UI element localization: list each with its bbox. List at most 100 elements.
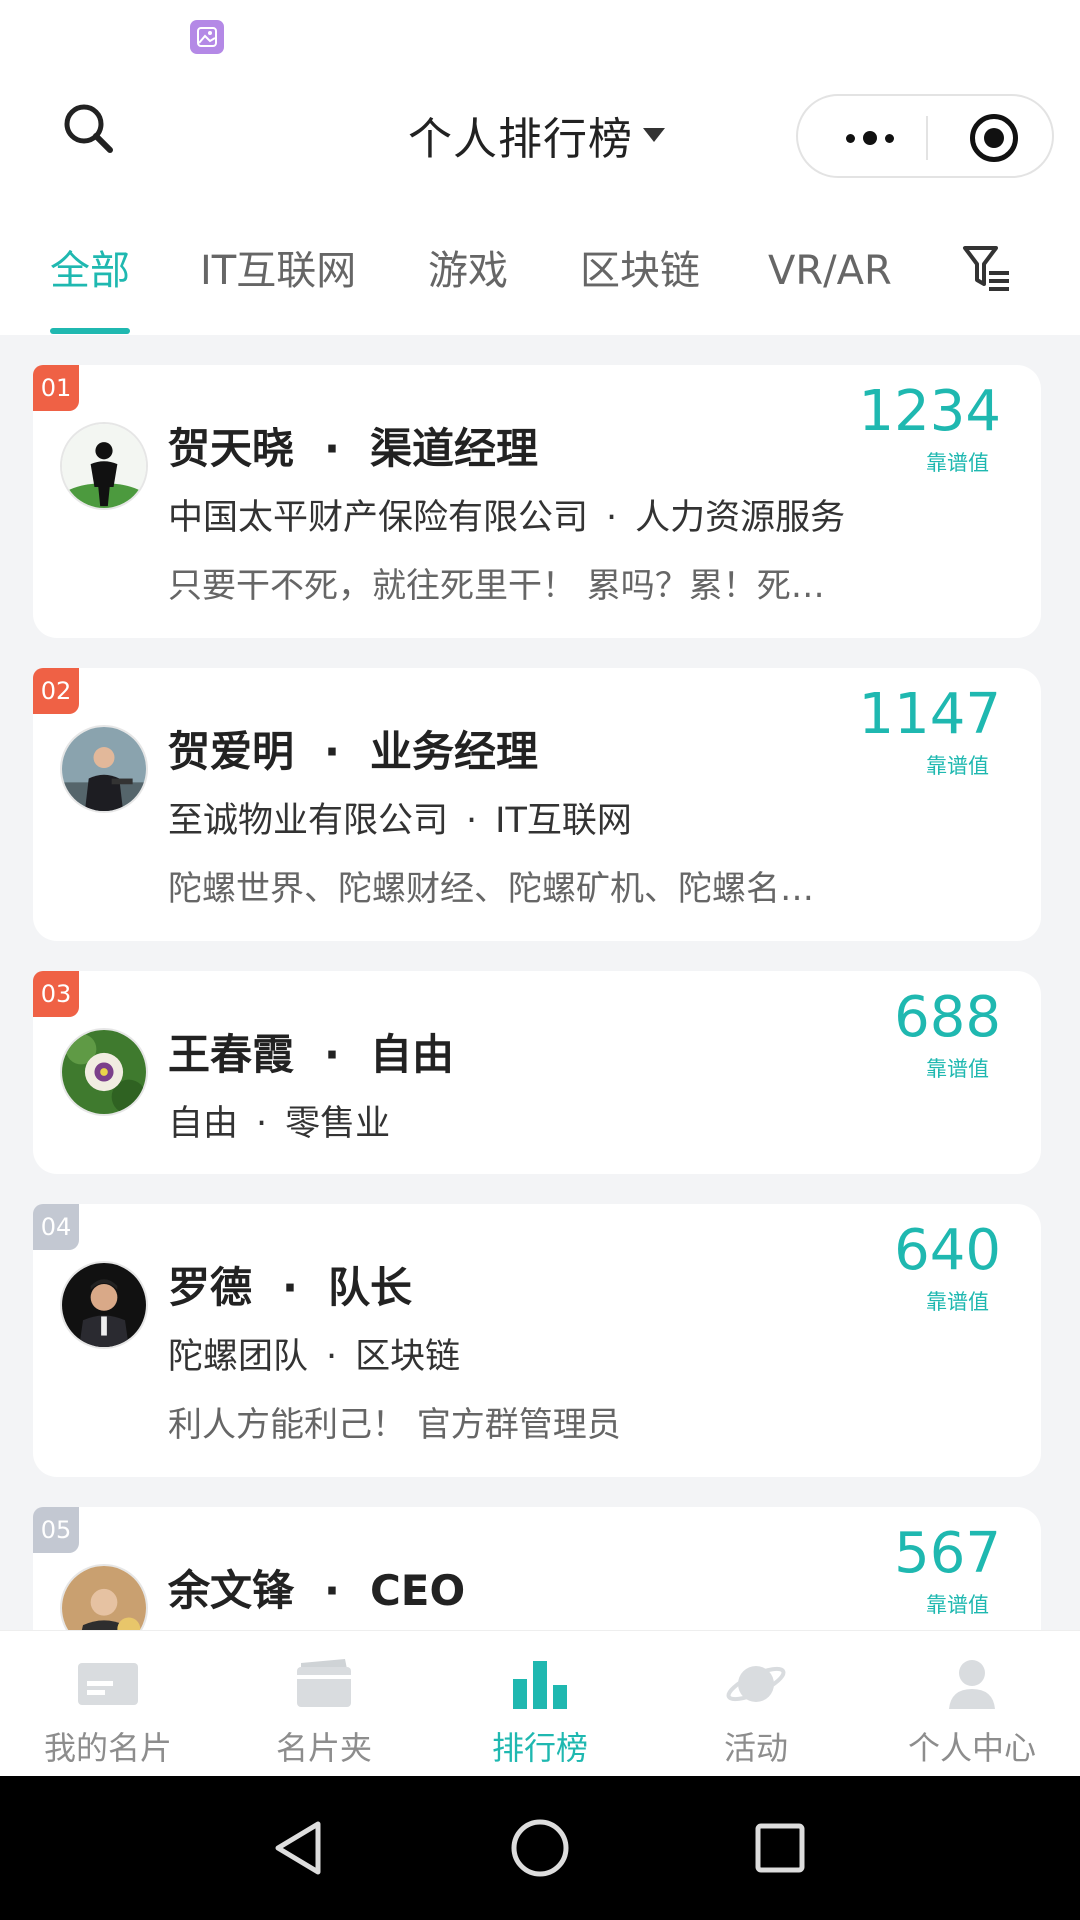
ranking-list: 01 贺天晓 · 渠道经理 中国太平财产保险有限公司 · 人力资源服务 只要干不死，就往… — [0, 335, 1080, 1630]
person-name: 贺爱明 — [168, 727, 295, 776]
rank-badge: 03 — [33, 971, 79, 1017]
industry: 区块链 — [355, 1337, 461, 1377]
mini-program-capsule — [796, 94, 1054, 178]
reliability-score: 1234 — [858, 379, 1001, 444]
tab-all[interactable]: 全部 — [50, 238, 130, 296]
motto: 利人方能利己！ 官方群管理员 — [168, 1405, 621, 1445]
bottom-tab-activity[interactable]: 活动 — [648, 1631, 864, 1777]
company-industry: 至诚物业有限公司 · IT互联网 — [168, 792, 632, 843]
separator: · — [324, 424, 340, 473]
avatar[interactable] — [60, 1261, 148, 1349]
bottom-tab-label: 排行榜 — [491, 1729, 588, 1767]
tab-blockchain[interactable]: 区块链 — [580, 238, 700, 296]
filter-icon[interactable] — [962, 244, 1012, 294]
separator: · — [326, 1337, 338, 1377]
score-label: 靠谱值 — [926, 1290, 989, 1314]
person-name: 贺天晓 — [168, 424, 295, 473]
person-name: 王春霞 — [168, 1030, 295, 1079]
gallery-icon — [190, 20, 224, 54]
person-position: 自由 — [369, 1030, 454, 1079]
name-title: 贺天晓 · 渠道经理 — [168, 415, 538, 476]
ranking-card[interactable]: 02 贺爱明 · 业务经理 至诚物业有限公司 · IT互联网 陀螺世界、陀螺财经、陀螺矿… — [33, 668, 1041, 941]
card-icon — [77, 1657, 139, 1711]
industry: 零售业 — [285, 1104, 391, 1144]
planet-icon — [725, 1657, 787, 1711]
person-name: 罗德 — [168, 1263, 253, 1312]
back-icon[interactable] — [268, 1816, 332, 1880]
person-position: 渠道经理 — [369, 424, 538, 473]
separator: · — [324, 727, 340, 776]
bottom-tab-card-holder[interactable]: 名片夹 — [216, 1631, 432, 1777]
score-label: 靠谱值 — [926, 754, 989, 778]
motto: 陀螺世界、陀螺财经、陀螺矿机、陀螺名… — [168, 869, 814, 909]
close-mini-program-icon[interactable] — [970, 114, 1018, 162]
status-bar — [0, 0, 1080, 70]
person-position: 业务经理 — [369, 727, 538, 776]
rank-badge: 02 — [33, 668, 79, 714]
separator: · — [324, 1566, 340, 1615]
motto: 只要干不死，就往死里干！ 累吗？累！死… — [168, 566, 825, 606]
separator: · — [606, 498, 618, 538]
wallet-icon — [293, 1657, 355, 1711]
reliability-score: 567 — [894, 1521, 1001, 1586]
name-title: 王春霞 · 自由 — [168, 1021, 454, 1082]
bottom-tab-label: 个人中心 — [907, 1729, 1036, 1767]
bottom-tab-label: 活动 — [723, 1729, 788, 1767]
bar-chart-icon — [509, 1657, 571, 1711]
header: 个人排行榜 — [0, 70, 1080, 200]
reliability-score: 1147 — [858, 682, 1001, 747]
avatar[interactable] — [60, 1028, 148, 1116]
ranking-card[interactable]: 01 贺天晓 · 渠道经理 中国太平财产保险有限公司 · 人力资源服务 只要干不死，就往… — [33, 365, 1041, 638]
bottom-tab-label: 名片夹 — [275, 1729, 372, 1767]
rank-badge: 05 — [33, 1507, 79, 1553]
title-dropdown[interactable]: 个人排行榜 — [408, 100, 665, 170]
industry: IT互联网 — [495, 801, 632, 841]
person-icon — [941, 1657, 1003, 1711]
recent-apps-icon[interactable] — [748, 1816, 812, 1880]
separator: · — [466, 801, 478, 841]
person-name: 余文锋 — [168, 1566, 295, 1615]
person-position: 队长 — [327, 1263, 412, 1312]
home-icon[interactable] — [508, 1816, 572, 1880]
name-title: 罗德 · 队长 — [168, 1254, 412, 1315]
avatar[interactable] — [60, 422, 148, 510]
bottom-tab-ranking[interactable]: 排行榜 — [432, 1631, 648, 1777]
ranking-card[interactable]: 03 王春霞 · 自由 自由 · 零售业 688 靠谱值 — [33, 971, 1041, 1174]
separator: · — [324, 1030, 340, 1079]
name-title: 贺爱明 · 业务经理 — [168, 718, 538, 779]
person-position: CEO — [369, 1566, 466, 1615]
name-title: 余文锋 · CEO — [168, 1557, 465, 1618]
separator: · — [256, 1104, 268, 1144]
page-title: 个人排行榜 — [408, 114, 633, 165]
more-icon[interactable] — [834, 116, 906, 160]
bottom-tab-my-card[interactable]: 我的名片 — [0, 1631, 216, 1777]
reliability-score: 688 — [894, 985, 1001, 1050]
rank-badge: 04 — [33, 1204, 79, 1250]
score-label: 靠谱值 — [926, 1593, 989, 1617]
search-icon[interactable] — [60, 100, 120, 160]
caret-down-icon — [643, 128, 665, 142]
company-industry: 陀螺团队 · 区块链 — [168, 1328, 460, 1379]
avatar[interactable] — [60, 725, 148, 813]
rank-badge: 01 — [33, 365, 79, 411]
ranking-card[interactable]: 05 余文锋 · CEO 567 靠谱值 — [33, 1507, 1041, 1630]
company-name: 至诚物业有限公司 — [168, 801, 449, 841]
tab-games[interactable]: 游戏 — [428, 238, 508, 296]
avatar[interactable] — [60, 1564, 148, 1630]
score-label: 靠谱值 — [926, 1057, 989, 1081]
company-name: 中国太平财产保险有限公司 — [168, 498, 589, 538]
tab-it-internet[interactable]: IT互联网 — [200, 238, 356, 296]
separator: · — [282, 1263, 298, 1312]
capsule-divider — [926, 116, 928, 160]
ranking-card[interactable]: 04 罗德 · 队长 陀螺团队 · 区块链 利人方能利己！ 官方群管理员 640 靠谱值 — [33, 1204, 1041, 1477]
reliability-score: 640 — [894, 1218, 1001, 1283]
bottom-tab-bar: 我的名片 名片夹 排行榜 活动 个人中心 — [0, 1630, 1080, 1776]
active-tab-indicator — [50, 328, 130, 334]
bottom-tab-profile[interactable]: 个人中心 — [864, 1631, 1080, 1777]
company-industry: 自由 · 零售业 — [168, 1095, 390, 1146]
score-label: 靠谱值 — [926, 451, 989, 475]
company-name: 陀螺团队 — [168, 1337, 309, 1377]
category-tabs: 全部 IT互联网 游戏 区块链 VR/AR 行 — [0, 200, 1080, 335]
industry: 人力资源服务 — [635, 498, 846, 538]
bottom-tab-label: 我的名片 — [43, 1729, 172, 1767]
